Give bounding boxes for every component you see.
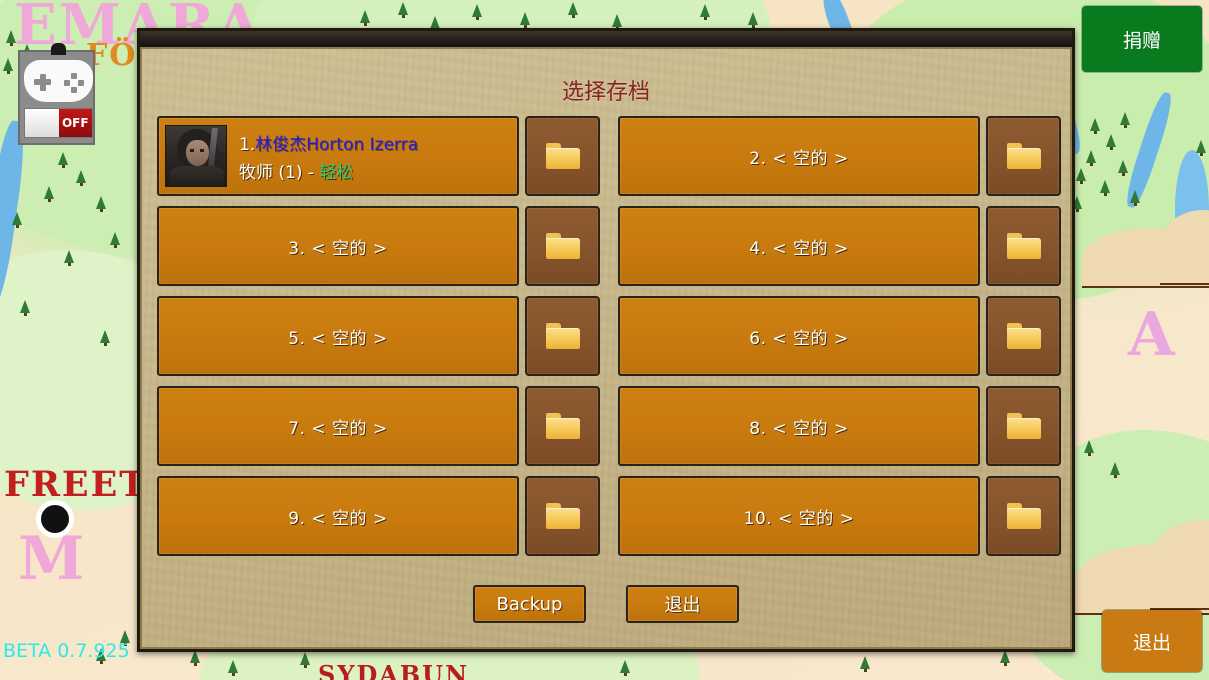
exit-corner-button[interactable]: 退出 xyxy=(1102,610,1202,672)
dialog-actions: Backup 退出 xyxy=(140,585,1072,623)
save-slot-folder-button-1[interactable] xyxy=(525,116,600,196)
save-slot-text: 1.林俊杰Horton Izerra 牧师 (1) - 轻松 xyxy=(239,130,418,183)
save-slot-button-1[interactable]: 1.林俊杰Horton Izerra 牧师 (1) - 轻松 xyxy=(157,116,519,196)
save-slot-row: 6. < 空的 > xyxy=(618,296,1061,376)
game-screen: EMARAFÖGFREETOMSYDABUNA OFF 捐赠 退出 BETA 0… xyxy=(0,0,1209,680)
dialog-title: 选择存档 xyxy=(561,80,650,105)
version-label: BETA 0.7.925 xyxy=(3,640,130,662)
save-slot-empty-label: 7. < 空的 > xyxy=(288,418,388,439)
save-slot-button-10[interactable]: 10. < 空的 > xyxy=(618,476,980,556)
save-slot-empty-label: 6. < 空的 > xyxy=(749,328,849,349)
save-slot-grid: 1.林俊杰Horton Izerra 牧师 (1) - 轻松 2. < 空的 > 3.… xyxy=(157,116,1061,556)
save-slot-button-5[interactable]: 5. < 空的 > xyxy=(157,296,519,376)
map-label: M xyxy=(18,524,87,594)
save-slot-row: 2. < 空的 > xyxy=(618,116,1061,196)
save-slot-folder-button-3[interactable] xyxy=(525,206,600,286)
folder-icon xyxy=(545,233,580,259)
save-slot-empty-label: 5. < 空的 > xyxy=(288,328,388,349)
gamepad-antenna-icon xyxy=(51,43,66,55)
save-slot-folder-button-8[interactable] xyxy=(986,386,1061,466)
difficulty-label: 轻松 xyxy=(319,162,354,183)
save-slot-folder-button-7[interactable] xyxy=(525,386,600,466)
gamepad-switch[interactable]: OFF xyxy=(24,108,93,138)
city-marker xyxy=(36,500,74,538)
save-slot-button-9[interactable]: 9. < 空的 > xyxy=(157,476,519,556)
save-slot-folder-button-6[interactable] xyxy=(986,296,1061,376)
save-slot-row: 7. < 空的 > xyxy=(157,386,600,466)
character-portrait xyxy=(165,125,227,187)
save-slot-row: 8. < 空的 > xyxy=(618,386,1061,466)
map-label: SYDABUN xyxy=(318,660,470,680)
gamepad-icon xyxy=(24,60,93,102)
folder-icon xyxy=(1006,503,1041,529)
character-class: 牧师 (1) - xyxy=(239,162,315,183)
save-slot-empty-label: 4. < 空的 > xyxy=(749,238,849,259)
switch-off-label: OFF xyxy=(58,109,92,137)
save-slot-empty-label: 3. < 空的 > xyxy=(288,238,388,259)
save-slot-row: 3. < 空的 > xyxy=(157,206,600,286)
folder-icon xyxy=(545,413,580,439)
save-slot-empty-label: 10. < 空的 > xyxy=(743,508,855,529)
folder-icon xyxy=(1006,323,1041,349)
exit-button[interactable]: 退出 xyxy=(626,585,739,623)
save-slot-folder-button-2[interactable] xyxy=(986,116,1061,196)
backup-button[interactable]: Backup xyxy=(473,585,586,623)
save-slot-button-2[interactable]: 2. < 空的 > xyxy=(618,116,980,196)
folder-icon xyxy=(545,143,580,169)
save-slot-button-4[interactable]: 4. < 空的 > xyxy=(618,206,980,286)
save-slot-empty-label: 8. < 空的 > xyxy=(749,418,849,439)
folder-icon xyxy=(545,323,580,349)
save-slot-index: 1. xyxy=(239,134,256,155)
save-slot-folder-button-4[interactable] xyxy=(986,206,1061,286)
save-slot-button-3[interactable]: 3. < 空的 > xyxy=(157,206,519,286)
save-slot-folder-button-9[interactable] xyxy=(525,476,600,556)
save-slot-empty-label: 9. < 空的 > xyxy=(288,508,388,529)
save-slot-folder-button-5[interactable] xyxy=(525,296,600,376)
folder-icon xyxy=(1006,143,1041,169)
save-slot-folder-button-10[interactable] xyxy=(986,476,1061,556)
character-name: 林俊杰Horton Izerra xyxy=(255,134,419,155)
save-slot-row: 4. < 空的 > xyxy=(618,206,1061,286)
save-slot-name-line: 1.林俊杰Horton Izerra xyxy=(239,130,418,155)
save-slot-button-6[interactable]: 6. < 空的 > xyxy=(618,296,980,376)
save-slot-class-line: 牧师 (1) - 轻松 xyxy=(239,158,418,183)
select-save-dialog: 选择存档 1.林俊杰Horton Izerra 牧师 (1) - 轻松 2. < 空… xyxy=(137,28,1075,652)
map-label: A xyxy=(1128,300,1177,370)
save-slot-button-7[interactable]: 7. < 空的 > xyxy=(157,386,519,466)
donate-button[interactable]: 捐赠 xyxy=(1082,6,1202,72)
save-slot-row: 5. < 空的 > xyxy=(157,296,600,376)
folder-icon xyxy=(1006,233,1041,259)
save-slot-empty-label: 2. < 空的 > xyxy=(749,148,849,169)
folder-icon xyxy=(545,503,580,529)
gamepad-toggle-widget[interactable]: OFF xyxy=(18,43,95,145)
folder-icon xyxy=(1006,413,1041,439)
save-slot-button-8[interactable]: 8. < 空的 > xyxy=(618,386,980,466)
switch-handle xyxy=(25,109,59,137)
save-slot-row: 9. < 空的 > xyxy=(157,476,600,556)
save-slot-row: 10. < 空的 > xyxy=(618,476,1061,556)
save-slot-row: 1.林俊杰Horton Izerra 牧师 (1) - 轻松 xyxy=(157,116,600,196)
dialog-titlebar xyxy=(140,31,1072,49)
